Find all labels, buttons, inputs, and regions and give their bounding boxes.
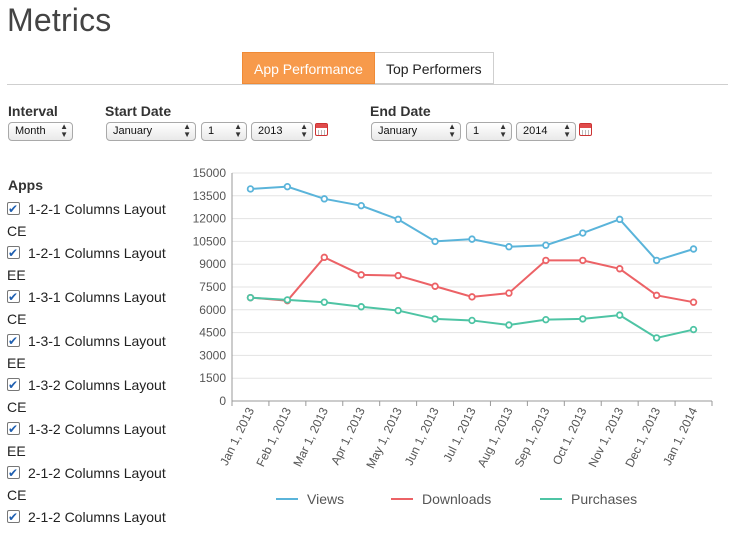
data-point [542, 241, 550, 249]
data-point [357, 303, 365, 311]
data-point [579, 229, 587, 237]
data-point [320, 253, 329, 262]
x-tick-label: Jun 1, 2013 [402, 405, 442, 468]
y-tick-label: 7500 [199, 280, 226, 294]
data-point [246, 293, 255, 302]
data-point [246, 185, 255, 193]
data-point [505, 321, 513, 329]
data-point [505, 243, 513, 251]
data-point [283, 296, 292, 304]
y-tick-label: 4500 [199, 326, 226, 340]
data-point [615, 265, 624, 273]
y-tick-label: 9000 [199, 257, 226, 271]
data-point [652, 334, 661, 342]
x-tick-label: Jan 1, 2014 [660, 405, 700, 468]
x-tick-label: Sep 1, 2013 [512, 405, 553, 470]
data-point [320, 298, 329, 306]
legend-label: Purchases [571, 491, 637, 507]
data-point [394, 271, 402, 280]
x-tick-label: Oct 1, 2013 [550, 405, 590, 467]
data-point [468, 293, 476, 301]
y-tick-label: 6000 [199, 303, 226, 317]
x-tick-label: Dec 1, 2013 [622, 405, 663, 470]
data-point [394, 306, 402, 315]
data-point [468, 316, 476, 325]
x-tick-label: Jul 1, 2013 [440, 405, 478, 464]
x-tick-label: Aug 1, 2013 [475, 405, 516, 470]
data-point [431, 282, 439, 290]
data-point [357, 201, 365, 210]
legend-label: Downloads [422, 491, 491, 507]
data-point [431, 315, 439, 323]
legend-label: Views [307, 491, 344, 507]
data-point [579, 256, 587, 265]
y-tick-label: 15000 [193, 166, 227, 180]
x-tick-label: Jan 1, 2013 [217, 405, 257, 468]
y-tick-label: 10500 [193, 234, 227, 248]
data-point [468, 235, 476, 243]
data-point [505, 289, 513, 297]
y-tick-label: 3000 [199, 348, 226, 362]
metrics-line-chart: 0 1500 3000 4500 6000 7500 9000 10500 12000 13500… [193, 166, 713, 507]
y-tick-label: 12000 [193, 212, 227, 226]
data-point [394, 215, 402, 224]
data-point [357, 271, 365, 279]
data-point [542, 256, 550, 265]
x-tick-label: Feb 1, 2013 [253, 405, 294, 469]
x-tick-label: Mar 1, 2013 [290, 405, 331, 469]
y-tick-label: 13500 [193, 189, 227, 203]
x-tick-label: Nov 1, 2013 [585, 405, 626, 470]
y-tick-label: 0 [219, 394, 226, 408]
data-point [579, 315, 587, 323]
series-line-views [250, 185, 694, 262]
y-tick-label: 1500 [199, 371, 226, 385]
data-point [689, 298, 698, 306]
data-point [431, 237, 439, 246]
x-tick-label: Apr 1, 2013 [328, 405, 368, 467]
data-point [542, 315, 550, 324]
x-tick-label: May 1, 2013 [363, 405, 405, 471]
data-point [652, 256, 661, 265]
data-point [283, 182, 292, 191]
data-point [652, 291, 661, 300]
data-point [320, 195, 329, 203]
data-point [615, 311, 624, 319]
data-point [689, 325, 698, 334]
data-point [615, 215, 624, 224]
data-point [689, 245, 698, 253]
